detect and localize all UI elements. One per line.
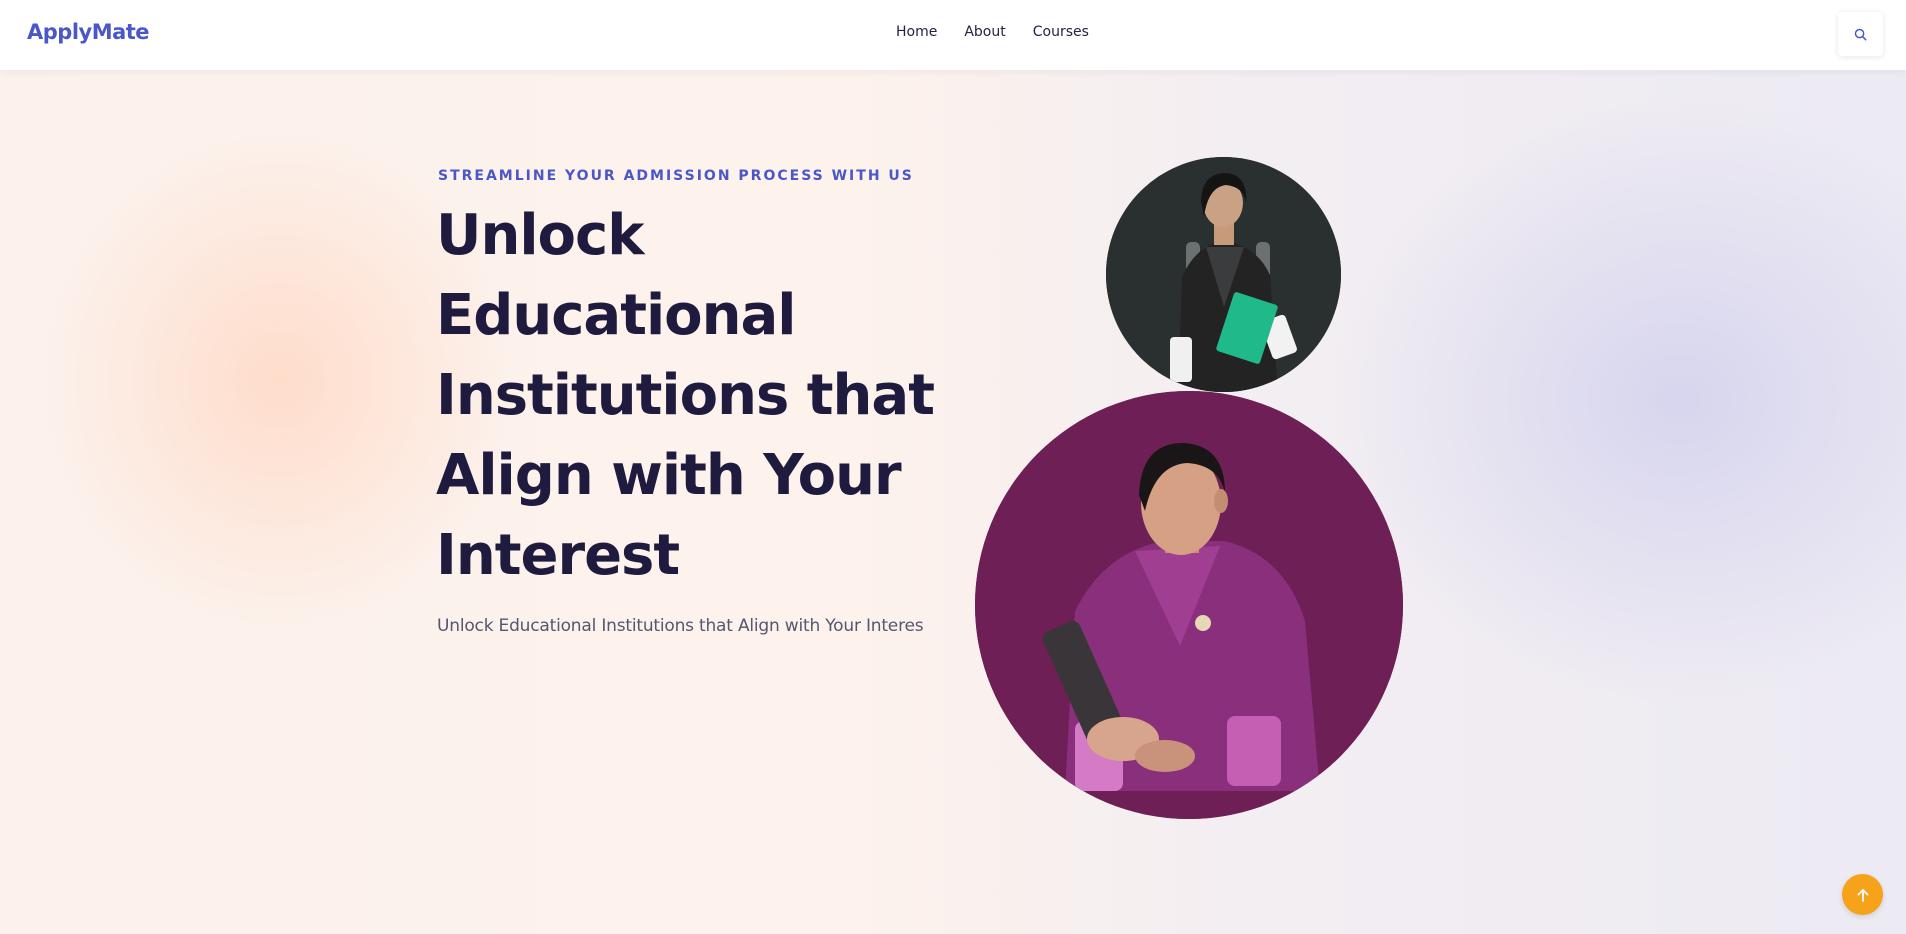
student-large-photo	[975, 391, 1403, 819]
logo[interactable]: ApplyMate	[27, 20, 150, 44]
hero-title: Unlock Educational Institutions that Ali…	[436, 203, 935, 588]
main-nav: Home About Courses	[896, 24, 1116, 40]
search-icon	[1854, 28, 1867, 40]
nav-home[interactable]: Home	[896, 24, 937, 40]
student-small-illustration	[1106, 157, 1341, 392]
hero-subtitle: Unlock Educational Institutions that Ali…	[437, 616, 924, 636]
site-header: ApplyMate Home About Courses	[0, 0, 1906, 70]
student-large-illustration	[975, 391, 1403, 819]
arrow-up-icon	[1857, 888, 1868, 902]
nav-about[interactable]: About	[964, 24, 1005, 40]
search-button[interactable]	[1838, 12, 1883, 56]
hero-eyebrow: STREAMLINE YOUR ADMISSION PROCESS WITH U…	[438, 168, 914, 184]
page: ApplyMate Home About Courses STREAMLINE …	[0, 0, 1906, 934]
nav-courses[interactable]: Courses	[1033, 24, 1089, 40]
back-to-top-button[interactable]	[1842, 874, 1883, 915]
student-small-photo	[1106, 157, 1341, 392]
